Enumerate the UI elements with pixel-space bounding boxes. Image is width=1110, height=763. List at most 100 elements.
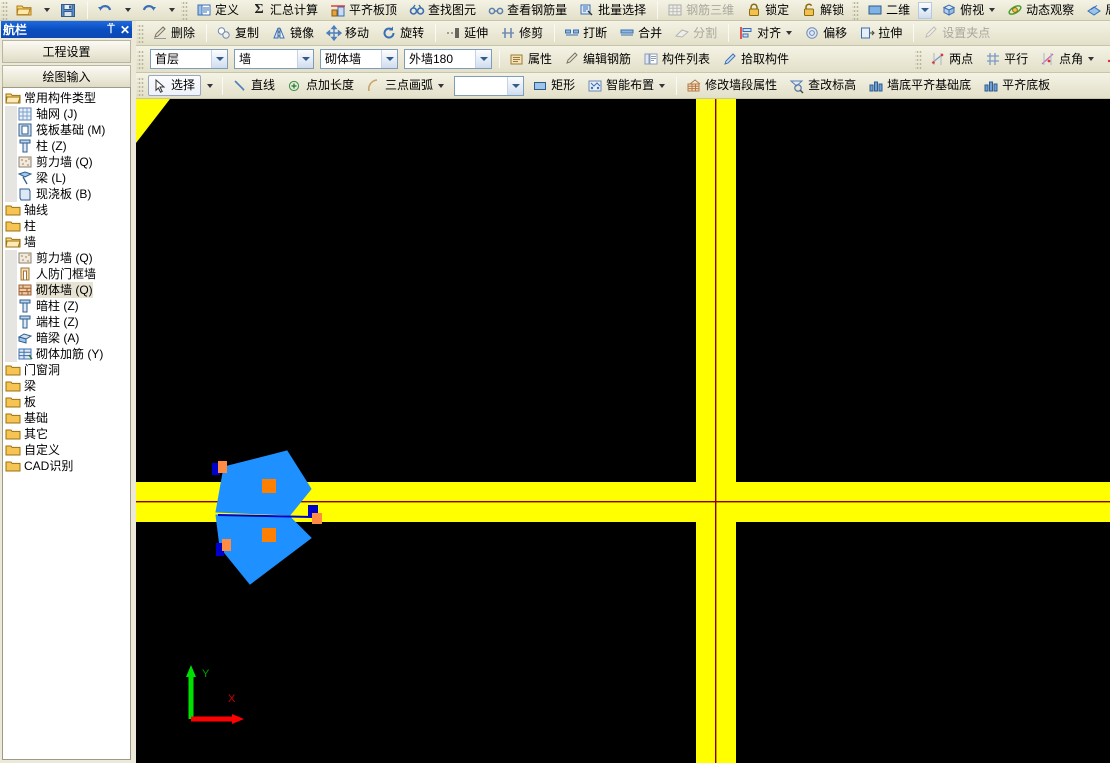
component-tree[interactable]: 常用构件类型 轴网 (J) 筏板基础 (M) 柱 (Z) 剪力墙 (Q) 梁 (L) 现浇板… [2,87,131,760]
tree-item-9[interactable]: 墙 [5,234,130,250]
unlock-button[interactable]: 解锁 [797,0,850,20]
save-button[interactable] [56,0,82,20]
wall-base-align-button[interactable]: 墙底平齐基础底 [864,75,977,96]
chevron-down-icon[interactable] [211,50,227,68]
two-point-button[interactable]: 两点 [926,49,979,70]
tree-item-20[interactable]: 基础 [5,410,130,426]
tree-item-6[interactable]: 现浇板 (B) [5,186,130,202]
view-mode-combo[interactable]: 二维 [863,0,913,20]
member-list-button[interactable]: 构件列表 [639,49,716,70]
top-view-button[interactable]: 俯视 [937,0,1001,20]
tree-item-7[interactable]: 轴线 [5,202,130,218]
drawing-canvas[interactable]: Y X [136,99,1110,763]
member-center-marker-lower[interactable] [262,528,276,542]
break-button[interactable]: 打断 [560,23,613,44]
tree-item-15[interactable]: 暗梁 (A) [5,330,130,346]
open-dropdown-button[interactable] [40,0,54,20]
rotate-button[interactable]: 旋转 [377,23,430,44]
merge-button[interactable]: 合并 [615,23,668,44]
edit-rebar-button[interactable]: 编辑钢筋 [560,49,637,70]
smart-layout-button[interactable]: 智能布置 [583,75,671,96]
tree-item-12[interactable]: 砌体墙 (Q) [5,282,130,298]
nav-button-drawing-input[interactable]: 绘图输入 [2,65,131,88]
tree-item-3[interactable]: 柱 (Z) [5,138,130,154]
tree-item-17[interactable]: 门窗洞 [5,362,130,378]
toolbar-draw-grip[interactable] [137,75,144,96]
pin-icon[interactable]: ⍡ [104,22,118,37]
lock-button[interactable]: 锁定 [742,0,795,20]
redo-button[interactable] [137,0,163,20]
tree-item-11[interactable]: 人防门框墙 [5,266,130,282]
toolbar-grip[interactable] [1,0,8,20]
define-button[interactable]: 定义 [192,0,245,20]
toolbar-grip-3[interactable] [852,0,860,20]
point-length-button[interactable]: 点加长度 [283,75,360,96]
open-folder-icon[interactable] [12,0,38,20]
tree-item-18[interactable]: 梁 [5,378,130,394]
three-point-axis-button[interactable]: 三点辅轴 [1102,49,1110,70]
member-select[interactable]: 外墙180 [404,49,492,69]
rectangle-tool-button[interactable]: 矩形 [528,75,581,96]
split-button[interactable]: 分割 [670,23,723,44]
close-icon[interactable]: ✕ [118,23,132,37]
point-angle-button[interactable]: 点角 [1036,49,1100,70]
chevron-down-icon[interactable] [475,50,491,68]
pick-member-button[interactable]: 拾取构件 [718,49,795,70]
toolbar-edit-grip[interactable] [137,23,144,43]
dynamic-orbit-button[interactable]: 动态观察 [1003,0,1080,20]
set-grip-button[interactable]: 设置夹点 [919,23,996,44]
tree-item-10[interactable]: 剪力墙 (Q) [5,250,130,266]
find-element-button[interactable]: 查找图元 [405,0,482,20]
nav-button-project-settings[interactable]: 工程设置 [2,40,131,63]
chevron-down-icon[interactable] [507,76,524,95]
tree-item-1[interactable]: 轴网 (J) [5,106,130,122]
mirror-button[interactable]: 镜像 [267,23,320,44]
arc-param-combo[interactable] [454,75,525,96]
tree-item-16[interactable]: 砌体加筋 (Y) [5,346,130,362]
check-elevation-button[interactable]: 查改标高 [785,75,862,96]
copy-button[interactable]: 复制 [212,23,265,44]
trim-button[interactable]: 修剪 [496,23,549,44]
three-point-arc-button[interactable]: 三点画弧 [362,75,450,96]
category-select[interactable]: 墙 [234,49,314,69]
tree-item-13[interactable]: 暗柱 (Z) [5,298,130,314]
tree-item-5[interactable]: 梁 (L) [5,170,130,186]
partial-3d-button[interactable]: 局部三维 [1082,0,1110,20]
tree-item-21[interactable]: 其它 [5,426,130,442]
tree-item-8[interactable]: 柱 [5,218,130,234]
tree-item-0[interactable]: 常用构件类型 [5,90,130,106]
tree-item-4[interactable]: 剪力墙 (Q) [5,154,130,170]
tree-item-14[interactable]: 端柱 (Z) [5,314,130,330]
chevron-down-icon[interactable] [381,50,397,68]
select-tool-dropdown[interactable] [203,75,217,96]
tree-item-22[interactable]: 自定义 [5,442,130,458]
type-select[interactable]: 砌体墙 [320,49,398,69]
grip-upper-left[interactable] [212,461,227,475]
properties-button[interactable]: 属性 [505,49,558,70]
rebar-3d-button[interactable]: 钢筋三维 [663,0,740,20]
stretch-button[interactable]: 拉伸 [855,23,908,44]
move-button[interactable]: 移动 [322,23,375,44]
view-mode-dropdown[interactable] [915,0,935,20]
delete-button[interactable]: 删除 [148,23,201,44]
parallel-button[interactable]: 平行 [981,49,1034,70]
floor-select[interactable]: 首层 [150,49,228,69]
member-center-marker-upper[interactable] [262,479,276,493]
undo-dropdown-button[interactable] [121,0,135,20]
summary-calc-button[interactable]: Σ 汇总计算 [247,0,324,20]
extend-button[interactable]: 延伸 [441,23,494,44]
align-slab-top-button[interactable]: 平齐板顶 [326,0,403,20]
tree-item-23[interactable]: CAD识别 [5,458,130,474]
canvas-svg[interactable]: Y X [136,99,1110,763]
select-tool-button[interactable]: 选择 [148,75,202,96]
align-button[interactable]: 对齐 [734,23,798,44]
view-rebar-qty-button[interactable]: 查看钢筋量 [484,0,573,20]
undo-button[interactable] [93,0,119,20]
line-tool-button[interactable]: 直线 [228,75,281,96]
axis-toolbar-grip[interactable] [915,49,923,69]
align-base-slab-button[interactable]: 平齐底板 [979,75,1056,96]
batch-select-button[interactable]: 批量选择 [575,0,652,20]
toolbar-grip-2[interactable] [181,0,188,20]
toolbar-selector-grip[interactable] [137,49,144,69]
tree-item-2[interactable]: 筏板基础 (M) [5,122,130,138]
